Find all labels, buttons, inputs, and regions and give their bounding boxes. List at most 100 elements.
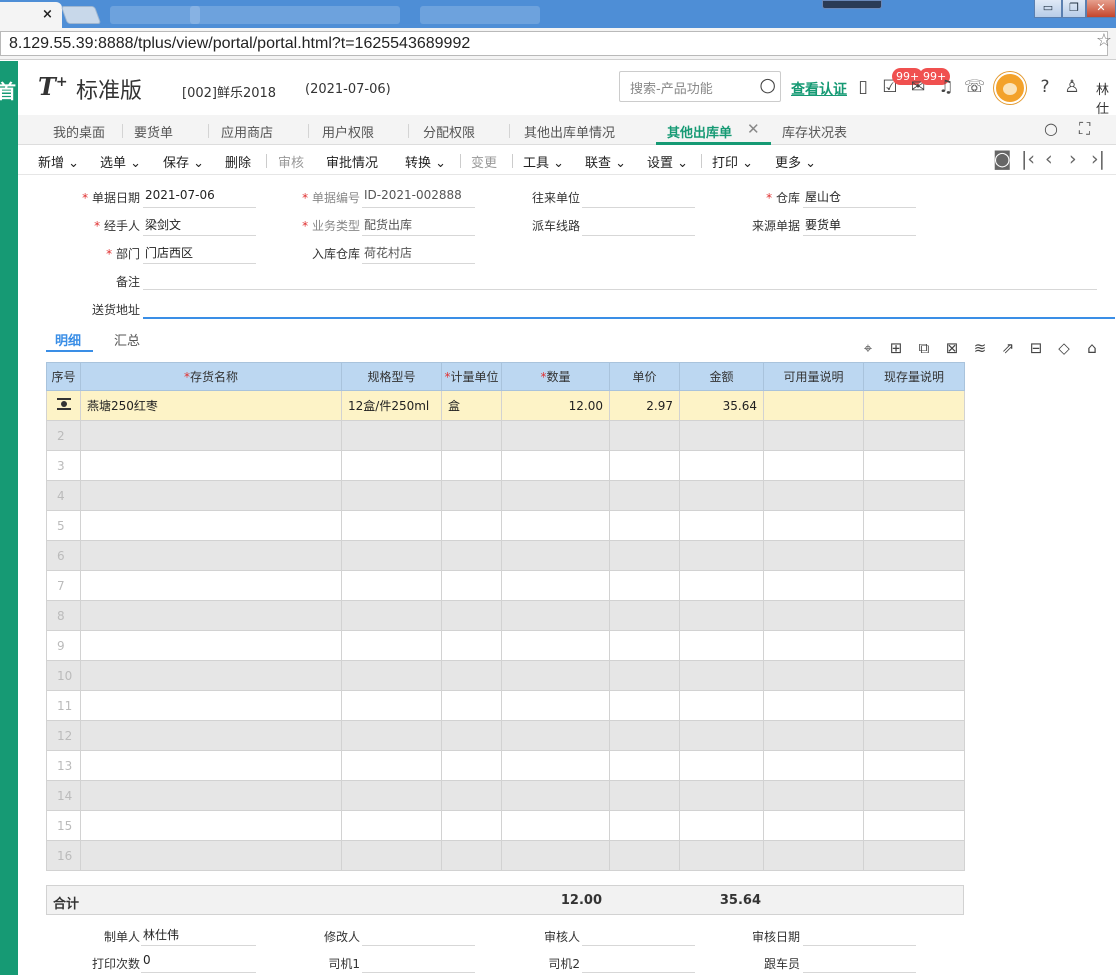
qty-cell[interactable] — [501, 690, 610, 721]
doc-no-field[interactable]: ID-2021-002888 — [362, 188, 475, 208]
tab-app-store[interactable]: 应用商店 — [221, 122, 273, 141]
price-cell[interactable] — [609, 570, 680, 601]
select-button[interactable]: 选单 ⌄ — [100, 152, 141, 171]
qty-cell[interactable] — [501, 810, 610, 841]
minimize-button[interactable]: ▭ — [1034, 0, 1062, 18]
row-locate-cell[interactable] — [46, 390, 81, 421]
row-locate-icon[interactable] — [57, 398, 71, 410]
unit-cell[interactable] — [441, 480, 502, 511]
col-header-stock[interactable]: 现存量说明 — [863, 362, 965, 391]
stock-cell[interactable] — [863, 540, 965, 571]
row-number-cell[interactable]: 8 — [46, 600, 81, 631]
convert-button[interactable]: 转换 ⌄ — [405, 152, 446, 171]
amount-cell[interactable] — [679, 480, 764, 511]
save-disk-icon[interactable]: ▯ — [853, 77, 873, 97]
avatar[interactable] — [994, 72, 1026, 104]
close-tab-icon[interactable]: ✕ — [747, 120, 760, 138]
function-search-input[interactable]: 搜索-产品功能 ○ — [619, 71, 781, 102]
table-row[interactable]: 16 — [46, 840, 965, 871]
tab-search-icon[interactable]: ○ — [1044, 119, 1058, 138]
audit-button[interactable]: 审核 — [278, 152, 304, 171]
remark-field[interactable] — [143, 270, 1097, 290]
col-header-name[interactable]: *存货名称 — [80, 362, 342, 391]
warehouse-icon[interactable]: ⌂ — [1083, 339, 1101, 357]
qty-cell[interactable] — [501, 840, 610, 871]
stock-cell[interactable] — [863, 510, 965, 541]
name-cell[interactable] — [80, 780, 342, 811]
available-cell[interactable] — [763, 600, 864, 631]
biz-type-field[interactable]: 配货出库 — [362, 216, 475, 236]
tab-assign-permissions[interactable]: 分配权限 — [423, 122, 475, 141]
save-button[interactable]: 保存 ⌄ — [163, 152, 204, 171]
price-cell[interactable] — [609, 810, 680, 841]
table-row[interactable]: 8 — [46, 600, 965, 631]
name-cell[interactable] — [80, 420, 342, 451]
unit-cell[interactable] — [441, 510, 502, 541]
table-row[interactable]: 4 — [46, 480, 965, 511]
available-cell[interactable] — [763, 420, 864, 451]
browser-tab[interactable]: × — [0, 2, 62, 28]
row-number-cell[interactable]: 9 — [46, 630, 81, 661]
col-header-qty[interactable]: *数量 — [501, 362, 610, 391]
qty-cell[interactable] — [501, 450, 610, 481]
qty-cell[interactable] — [501, 780, 610, 811]
close-window-button[interactable]: ✕ — [1086, 0, 1116, 18]
table-row[interactable]: 2 — [46, 420, 965, 451]
price-cell[interactable] — [609, 510, 680, 541]
amount-cell[interactable] — [679, 450, 764, 481]
amount-cell[interactable] — [679, 840, 764, 871]
row-number-cell[interactable]: 5 — [46, 510, 81, 541]
qty-cell[interactable] — [501, 630, 610, 661]
unit-cell[interactable] — [441, 780, 502, 811]
row-number-cell[interactable]: 11 — [46, 690, 81, 721]
stock-cell[interactable] — [863, 750, 965, 781]
available-cell[interactable] — [763, 660, 864, 691]
row-number-cell[interactable]: 13 — [46, 750, 81, 781]
new-tab-button[interactable] — [60, 6, 102, 24]
handler-field[interactable]: 梁剑文 — [143, 216, 256, 236]
name-cell[interactable] — [80, 570, 342, 601]
unit-cell[interactable] — [441, 720, 502, 751]
approval-button[interactable]: 审批情况 — [326, 152, 378, 171]
name-cell[interactable] — [80, 450, 342, 481]
name-cell[interactable] — [80, 810, 342, 841]
amount-cell[interactable] — [679, 570, 764, 601]
tab-user-permissions[interactable]: 用户权限 — [322, 122, 374, 141]
stock-cell[interactable] — [863, 420, 965, 451]
row-number-cell[interactable]: 3 — [46, 450, 81, 481]
unit-cell[interactable] — [441, 690, 502, 721]
available-cell[interactable] — [763, 690, 864, 721]
spec-cell[interactable] — [341, 420, 442, 451]
phone-icon[interactable]: ☏ — [964, 77, 985, 97]
available-cell[interactable] — [763, 390, 864, 421]
first-record-icon[interactable]: |‹ — [1021, 148, 1035, 170]
unit-cell[interactable] — [441, 570, 502, 601]
view-icon[interactable]: ◙ — [993, 148, 1011, 170]
amount-cell[interactable] — [679, 630, 764, 661]
background-tab[interactable] — [420, 6, 540, 24]
print-count-field[interactable]: 0 — [141, 953, 256, 973]
amount-cell[interactable] — [679, 750, 764, 781]
home-label[interactable]: 首 — [0, 77, 16, 104]
col-header-amount[interactable]: 金额 — [679, 362, 764, 391]
col-header-available[interactable]: 可用量说明 — [763, 362, 864, 391]
table-row[interactable]: 15 — [46, 810, 965, 841]
available-cell[interactable] — [763, 840, 864, 871]
tab-other-outbound-status[interactable]: 其他出库单情况 — [524, 122, 615, 141]
name-cell[interactable] — [80, 690, 342, 721]
copy-row-icon[interactable]: ⧉ — [915, 339, 933, 357]
table-row[interactable]: 12 — [46, 720, 965, 751]
print-button[interactable]: 打印 ⌄ — [712, 152, 753, 171]
available-cell[interactable] — [763, 510, 864, 541]
unit-cell[interactable] — [441, 840, 502, 871]
table-row[interactable]: 燕塘250红枣 12盒/件250ml 盒 12.00 2.97 35.64 — [46, 390, 965, 421]
table-row[interactable]: 14 — [46, 780, 965, 811]
amount-cell[interactable] — [679, 690, 764, 721]
amount-cell[interactable] — [679, 540, 764, 571]
audit-date-field[interactable] — [803, 926, 916, 946]
stock-cell[interactable] — [863, 570, 965, 601]
qty-cell[interactable] — [501, 540, 610, 571]
spec-cell[interactable] — [341, 840, 442, 871]
amount-cell[interactable] — [679, 780, 764, 811]
amount-cell[interactable] — [679, 420, 764, 451]
